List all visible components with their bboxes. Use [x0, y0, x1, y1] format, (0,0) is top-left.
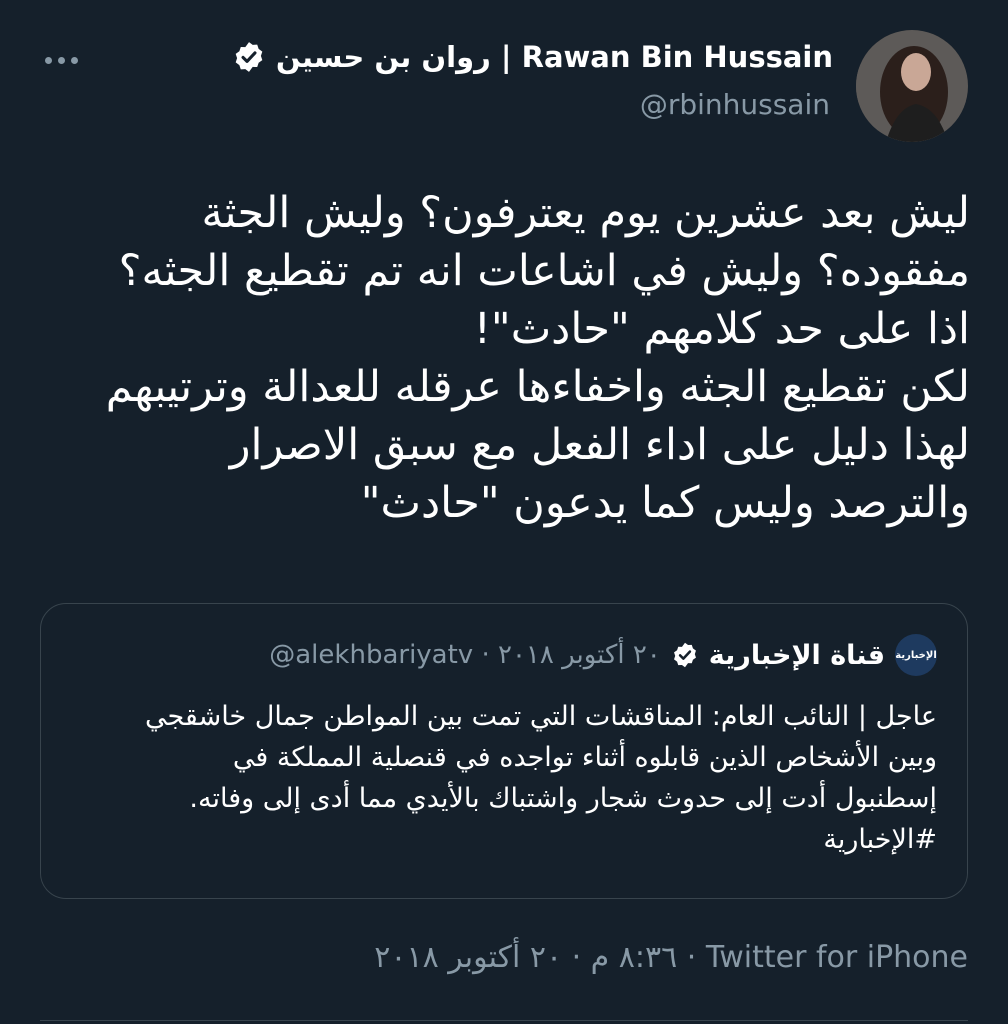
verified-badge-icon [673, 642, 696, 668]
avatar-photo [856, 30, 968, 142]
author-handle[interactable]: @rbinhussain [640, 88, 830, 121]
tweet-author[interactable]: روان بن حسين | Rawan Bin Hussain [232, 40, 833, 74]
tweet-body: ليش بعد عشرين يوم يعترفون؟ وليش الجثة مف… [105, 188, 970, 528]
quoted-author-avatar: الإخبارية [895, 634, 937, 676]
quoted-avatar-label: الإخبارية [895, 649, 937, 661]
author-name: روان بن حسين | Rawan Bin Hussain [275, 40, 833, 74]
author-avatar[interactable] [856, 30, 968, 142]
verified-badge-icon [235, 42, 263, 72]
quoted-author-name: قناة الإخبارية [708, 639, 885, 671]
quoted-tweet-header: الإخبارية قناة الإخبارية @alekhbariyatv … [269, 634, 937, 676]
more-options-icon[interactable] [40, 48, 82, 72]
quoted-tweet-card[interactable]: الإخبارية قناة الإخبارية @alekhbariyatv … [40, 603, 968, 899]
divider [40, 1020, 968, 1021]
tweet-timestamp-source[interactable]: ٨:٣٦ م · ٢٠ أكتوبر ٢٠١٨ · Twitter for iP… [374, 940, 968, 975]
quoted-handle-date: @alekhbariyatv · ٢٠ أكتوبر ٢٠١٨ [269, 640, 661, 670]
quoted-tweet-body: عاجل | النائب العام: المناقشات التي تمت … [144, 701, 937, 855]
